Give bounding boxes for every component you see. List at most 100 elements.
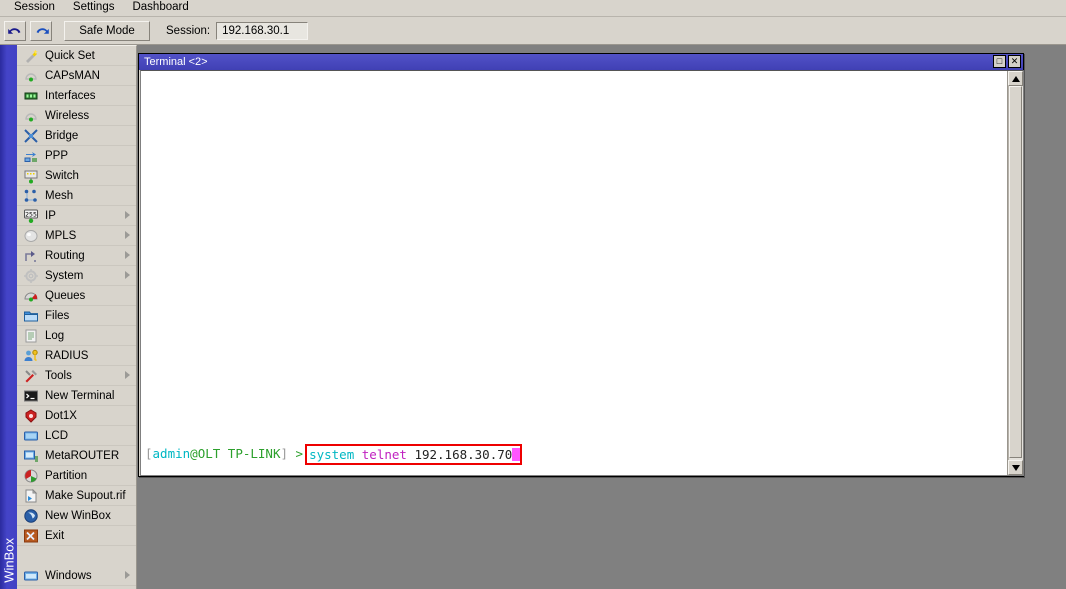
sidebar-item-label: RADIUS [45, 349, 89, 362]
redo-arrow-icon [36, 27, 49, 34]
sidebar-item-bridge[interactable]: Bridge [17, 126, 136, 146]
command-word-system: system [309, 447, 355, 462]
sidebar-item-label: New Terminal [45, 389, 115, 402]
menu-item-dashboard[interactable]: Dashboard [123, 0, 197, 16]
interfaces-icon [24, 92, 38, 99]
prompt-chevron: > [295, 446, 304, 461]
sidebar-menu: Quick Set CAPsMAN Interfaces Wireless Br… [17, 45, 137, 589]
maximize-button[interactable]: □ [993, 55, 1006, 68]
sidebar-item-radius[interactable]: RADIUS [17, 346, 136, 366]
sidebar-item-make-supout[interactable]: Make Supout.rif [17, 486, 136, 506]
sidebar-item-files[interactable]: Files [17, 306, 136, 326]
sidebar-item-label: Files [45, 309, 70, 322]
terminal-output-area[interactable]: [admin@OLT TP-LINK] > system telnet 192.1… [140, 70, 1024, 476]
scrollbar-thumb[interactable] [1009, 86, 1022, 458]
sidebar-item-new-winbox[interactable]: New WinBox [17, 506, 136, 526]
scrollbar-track[interactable] [1008, 86, 1023, 460]
winbox-icon [24, 508, 38, 523]
undo-button[interactable] [4, 20, 26, 41]
command-argument-ip: 192.168.30.70 [414, 447, 513, 462]
sidebar-item-ip[interactable]: 255 IP [17, 206, 136, 226]
sidebar-item-label: Switch [45, 169, 79, 182]
sidebar-item-mpls[interactable]: MPLS [17, 226, 136, 246]
sidebar-item-ppp[interactable]: PPP [17, 146, 136, 166]
sidebar-item-label: Log [45, 329, 65, 342]
terminal-window: Terminal <2> □ ✕ [admin@OLT TP-LINK] > sy… [138, 53, 1024, 477]
prompt-bracket-open: [ [145, 446, 153, 461]
sidebar-item-lcd[interactable]: LCD [17, 426, 136, 446]
ppp-icon [24, 151, 37, 162]
sidebar-item-new-terminal[interactable]: New Terminal [17, 386, 136, 406]
text-cursor [512, 448, 521, 461]
sidebar-item-label: PPP [45, 149, 69, 162]
sidebar-item-label: Quick Set [45, 49, 95, 62]
wand-icon [26, 49, 38, 63]
sidebar-item-label: Queues [45, 289, 86, 302]
session-address-field[interactable]: 192.168.30.1 [216, 21, 309, 40]
system-gear-icon [24, 268, 38, 283]
terminal-vertical-scrollbar[interactable] [1007, 71, 1023, 475]
sidebar-item-label: CAPsMAN [45, 69, 100, 82]
sidebar-item-label: Make Supout.rif [45, 489, 126, 502]
menu-item-session[interactable]: Session [5, 0, 64, 16]
prompt-user: admin [152, 446, 191, 461]
ip-255-icon: 255 [24, 209, 38, 223]
mesh-icon [24, 189, 37, 202]
winbox-application: Session Settings Dashboard Safe Mode Ses… [0, 0, 1066, 589]
sidebar-item-system[interactable]: System [17, 266, 136, 286]
exit-icon [24, 529, 38, 542]
sidebar-item-log[interactable]: Log [17, 326, 136, 346]
sidebar-item-dot1x[interactable]: Dot1X [17, 406, 136, 426]
sidebar-item-label: Wireless [45, 109, 90, 122]
chevron-right-icon [125, 251, 130, 259]
scroll-up-button[interactable] [1008, 71, 1023, 86]
undo-arrow-icon [7, 27, 20, 34]
sidebar-item-tools[interactable]: Tools [17, 366, 136, 386]
antenna-icon [25, 72, 37, 81]
chevron-right-icon [125, 571, 130, 579]
sidebar-item-queues[interactable]: Queues [17, 286, 136, 306]
sidebar-item-label: Tools [45, 369, 72, 382]
sidebar-item-windows[interactable]: Windows [17, 566, 136, 586]
sidebar-item-wireless[interactable]: Wireless [17, 106, 136, 126]
redo-button[interactable] [30, 20, 52, 41]
winbox-brand-text: WinBox [1, 538, 16, 583]
sidebar-item-mesh[interactable]: Mesh [17, 186, 136, 206]
sidebar-item-quick-set[interactable]: Quick Set [17, 46, 136, 66]
chevron-right-icon [125, 211, 130, 219]
menu-bar: Session Settings Dashboard [0, 0, 1066, 17]
scroll-up-arrow-icon [1011, 75, 1020, 82]
sidebar-item-metarouter[interactable]: MetaROUTER [17, 446, 136, 466]
sidebar-item-label: Routing [45, 249, 85, 262]
chevron-right-icon [125, 271, 130, 279]
window-buttons: □ ✕ [993, 55, 1021, 68]
antenna-icon [25, 112, 37, 121]
safe-mode-button[interactable]: Safe Mode [64, 20, 150, 41]
session-label: Session: [166, 24, 211, 37]
sidebar-item-capsman[interactable]: CAPsMAN [17, 66, 136, 86]
sidebar-item-label: Interfaces [45, 89, 96, 102]
scroll-down-button[interactable] [1008, 460, 1023, 475]
terminal-prompt-line: [admin@OLT TP-LINK] > system telnet 192.1… [145, 444, 523, 465]
svg-text:255: 255 [25, 211, 37, 218]
sidebar-item-partition[interactable]: Partition [17, 466, 136, 486]
close-button[interactable]: ✕ [1008, 55, 1021, 68]
toolbar: Safe Mode Session: 192.168.30.1 [0, 17, 1066, 45]
menu-item-settings[interactable]: Settings [64, 0, 124, 16]
sidebar-item-routing[interactable]: Routing [17, 246, 136, 266]
sidebar-item-switch[interactable]: Switch [17, 166, 136, 186]
scroll-down-arrow-icon [1011, 464, 1020, 471]
folder-icon [24, 311, 38, 321]
terminal-icon [24, 390, 38, 401]
bridge-icon [24, 128, 38, 143]
switch-icon [24, 170, 38, 183]
sidebar-item-interfaces[interactable]: Interfaces [17, 86, 136, 106]
command-highlight-box[interactable]: system telnet 192.168.30.70 [305, 444, 523, 465]
sidebar-item-label: New WinBox [45, 509, 111, 522]
sidebar-item-exit[interactable]: Exit [17, 526, 136, 546]
sidebar-item-label: LCD [45, 429, 69, 442]
metarouter-icon [24, 450, 38, 462]
chevron-right-icon [125, 371, 130, 379]
terminal-title-bar[interactable]: Terminal <2> □ ✕ [139, 54, 1023, 70]
partition-icon [24, 469, 38, 482]
